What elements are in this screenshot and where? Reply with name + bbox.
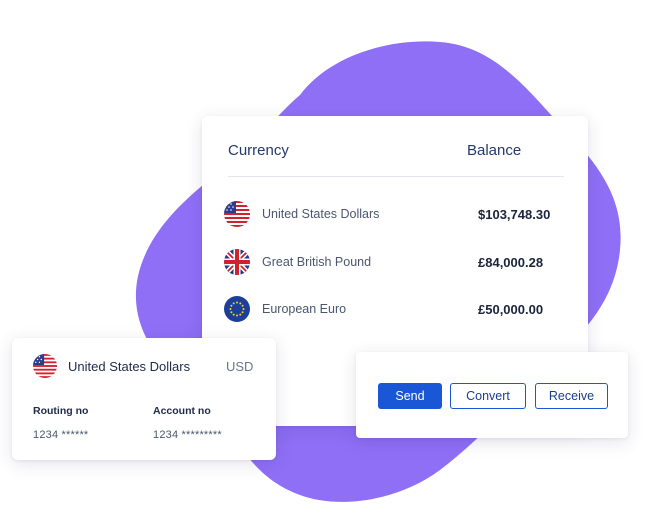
eu-flag-icon bbox=[224, 296, 250, 322]
header-divider bbox=[228, 176, 564, 177]
currency-column-header: Currency bbox=[228, 142, 289, 159]
send-button[interactable]: Send bbox=[378, 383, 442, 409]
account-currency-code: USD bbox=[226, 359, 254, 374]
us-flag-icon bbox=[33, 354, 57, 378]
balance-row-usd[interactable]: United States Dollars $103,748.30 bbox=[224, 199, 564, 229]
balance-row-gbp[interactable]: Great British Pound £84,000.28 bbox=[224, 247, 564, 277]
currency-name: European Euro bbox=[262, 302, 347, 316]
us-flag-icon bbox=[224, 201, 250, 227]
account-number-label: Account no bbox=[153, 405, 211, 417]
convert-button[interactable]: Convert bbox=[450, 383, 526, 409]
currency-balance: $103,748.30 bbox=[478, 206, 551, 222]
uk-flag-icon bbox=[224, 249, 250, 275]
receive-button[interactable]: Receive bbox=[535, 383, 608, 409]
balance-column-header: Balance bbox=[467, 142, 522, 159]
account-details-card: United States Dollars USD Routing no 123… bbox=[12, 338, 276, 460]
account-number-value: 1234 ********* bbox=[153, 429, 222, 441]
currency-name: United States Dollars bbox=[262, 207, 380, 221]
actions-card: Send Convert Receive bbox=[356, 352, 628, 438]
currency-balance: £50,000.00 bbox=[478, 301, 544, 317]
balance-row-eur[interactable]: European Euro £50,000.00 bbox=[224, 294, 564, 324]
currency-balance: £84,000.28 bbox=[478, 254, 544, 270]
currency-name: Great British Pound bbox=[262, 255, 372, 269]
account-currency-name: United States Dollars bbox=[68, 359, 191, 374]
routing-number-label: Routing no bbox=[33, 405, 89, 417]
routing-number-value: 1234 ****** bbox=[33, 429, 89, 441]
